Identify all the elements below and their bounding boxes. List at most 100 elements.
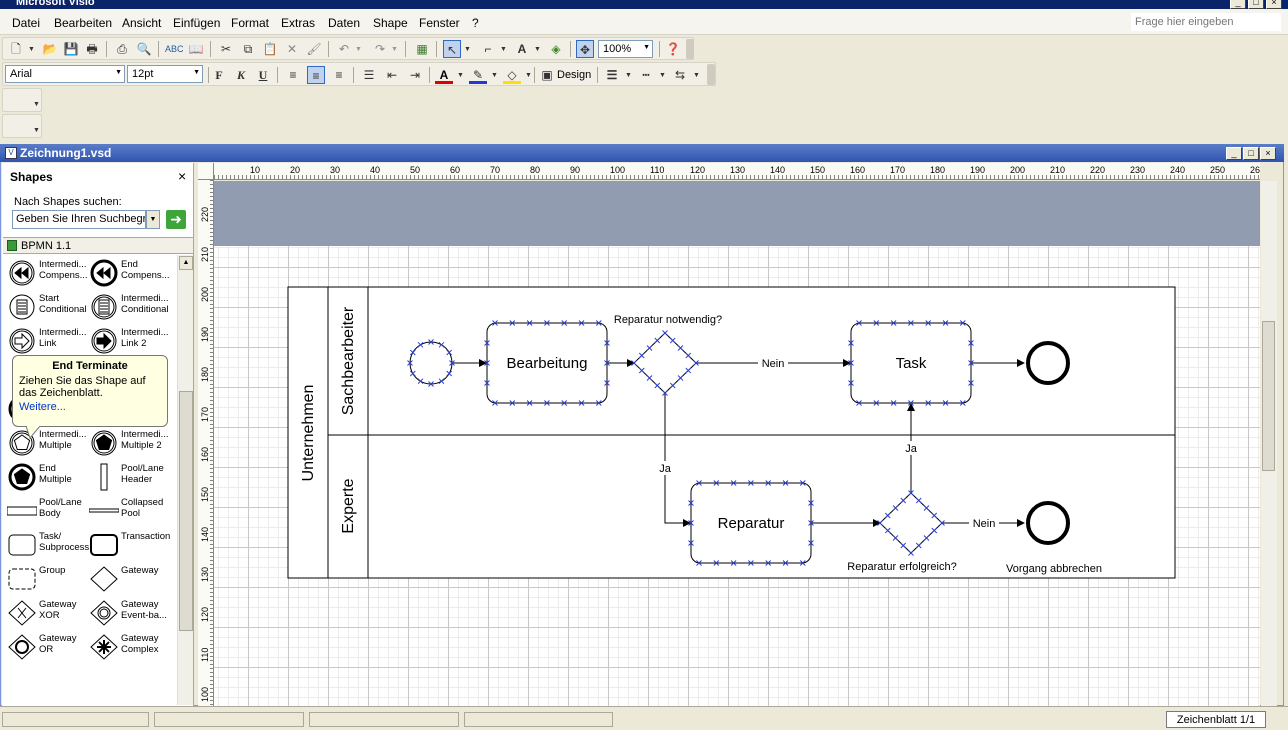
chevron-down-icon[interactable]: ▼ (491, 72, 498, 79)
stencil-shape-item[interactable]: Collapsed Pool (85, 493, 171, 527)
scroll-up-icon[interactable]: ▲ (179, 256, 193, 270)
tooltip-more-link[interactable]: Weitere... (19, 401, 161, 413)
zoom-combo[interactable]: 100% ▼ (598, 40, 653, 58)
canvas-vertical-scrollbar[interactable] (1261, 181, 1277, 706)
stencil-shape-item[interactable]: Pool/Lane Header (85, 459, 171, 493)
stencil-shape-item[interactable]: Gateway XOR (3, 595, 89, 629)
increase-indent-icon[interactable]: ⇥ (406, 66, 424, 84)
menu-format[interactable]: Format (231, 16, 269, 30)
chevron-down-icon[interactable]: ▼ (464, 46, 471, 53)
start-event[interactable] (409, 341, 453, 385)
delete-icon[interactable]: ✕ (283, 40, 301, 58)
font-color-icon[interactable]: A (435, 66, 453, 84)
print-icon[interactable]: ⎙ (113, 40, 131, 58)
font-combo[interactable]: Arial ▼ (5, 65, 125, 83)
chevron-down-icon[interactable]: ▼ (525, 72, 532, 79)
stencil-shape-item[interactable]: End Compens... (85, 255, 171, 289)
align-left-icon[interactable]: ≡ (284, 66, 302, 84)
doc-minimize-button[interactable]: _ (1226, 147, 1242, 160)
menu-fenster[interactable]: Fenster (419, 16, 460, 30)
menu-daten[interactable]: Daten (328, 16, 360, 30)
menu-datei[interactable]: Datei (12, 16, 40, 30)
align-center-icon[interactable]: ≡ (307, 66, 325, 84)
stencil-shape-item[interactable]: Group (3, 561, 89, 595)
save-icon[interactable]: 💾 (62, 40, 80, 58)
chevron-down-icon[interactable]: ▼ (625, 72, 632, 79)
font-size-combo[interactable]: 12pt ▼ (127, 65, 203, 83)
paste-icon[interactable]: 📋 (261, 40, 279, 58)
chevron-down-icon[interactable]: ▼ (457, 72, 464, 79)
print-preview-icon[interactable]: 🔍 (135, 40, 153, 58)
close-icon[interactable]: × (178, 168, 186, 184)
shapes-window-icon[interactable]: ▦ (413, 40, 431, 58)
format-painter-icon[interactable]: 🖌 (305, 40, 323, 58)
horizontal-ruler[interactable]: 10 20 30 40 50 60 70 80 90 100 110 120 130 140 150 160 1… (214, 163, 1260, 180)
doc-close-button[interactable]: × (1260, 147, 1276, 160)
stencil-shape-item[interactable]: Pool/Lane Body (3, 493, 89, 527)
stencil-shape-item[interactable]: Gateway OR (3, 629, 89, 663)
chevron-down-icon[interactable]: ▼ (391, 46, 398, 53)
menu-shape[interactable]: Shape (373, 16, 408, 30)
chevron-down-icon[interactable]: ▼ (693, 72, 700, 79)
close-window-button[interactable]: × (1266, 0, 1282, 9)
stencil-shape-item[interactable]: Transaction (85, 527, 171, 561)
stencil-shape-item[interactable]: Intermedi... Compens... (3, 255, 89, 289)
toolbar-grip[interactable] (686, 39, 694, 59)
stencil-shape-item[interactable]: Intermedi... Link (3, 323, 89, 357)
new-icon[interactable]: 🗋 (7, 40, 25, 58)
pool-label[interactable]: Unternehmen (300, 385, 317, 482)
undo-icon[interactable]: ↶ (335, 40, 353, 58)
chevron-down-icon[interactable]: ▼ (28, 46, 35, 53)
stencil-shape-item[interactable]: Intermedi... Conditional (85, 289, 171, 323)
scroll-thumb[interactable] (1262, 321, 1275, 471)
end-event-1[interactable] (1026, 341, 1070, 385)
pan-zoom-icon[interactable]: ✥ (576, 40, 594, 58)
decrease-indent-icon[interactable]: ⇤ (383, 66, 401, 84)
stencil-shape-item[interactable]: Gateway (85, 561, 171, 595)
italic-button[interactable]: K (232, 66, 250, 84)
vertical-ruler[interactable]: 220 210 200 190 180 170 160 150 140 130 120 110 100 (198, 180, 214, 706)
stencil-shape-item[interactable]: Intermedi... Multiple 2 (85, 425, 171, 459)
search-go-icon[interactable]: ➜ (166, 210, 186, 229)
menu-help[interactable]: ? (472, 16, 479, 30)
bold-button[interactable]: F (210, 66, 228, 84)
scroll-thumb[interactable] (179, 391, 193, 631)
menu-extras[interactable]: Extras (281, 16, 315, 30)
design-button[interactable]: Design (557, 69, 591, 81)
stencil-shape-item[interactable]: Start Conditional (3, 289, 89, 323)
doc-restore-button[interactable]: □ (1243, 147, 1259, 160)
bullets-icon[interactable]: ☰ (360, 66, 378, 84)
stencil-shape-item[interactable]: Intermedi... Link 2 (85, 323, 171, 357)
help-search-input[interactable]: Frage hier eingeben (1131, 13, 1281, 31)
end-event-2[interactable] (1026, 501, 1070, 545)
stencil-shape-item[interactable]: Gateway Event-ba... (85, 595, 171, 629)
stencil-shape-item[interactable]: End Multiple (3, 459, 89, 493)
text-tool-icon[interactable]: A (513, 40, 531, 58)
line-color-icon[interactable]: ✎ (469, 66, 487, 84)
menu-ansicht[interactable]: Ansicht (122, 16, 161, 30)
copy-icon[interactable]: ⧉ (239, 40, 257, 58)
line-ends-icon[interactable]: ⇆ (671, 66, 689, 84)
line-pattern-icon[interactable]: ┅ (637, 66, 655, 84)
chevron-down-icon[interactable]: ▼ (355, 46, 362, 53)
design-icon[interactable]: ▣ (538, 66, 556, 84)
chevron-down-icon[interactable]: ▼ (500, 46, 507, 53)
stencil-shape-item[interactable]: Intermedi... Multiple (3, 425, 89, 459)
maximize-button[interactable]: □ (1248, 0, 1264, 9)
connector-tool-icon[interactable]: ⌐ (479, 40, 497, 58)
toolbar-grip[interactable] (707, 64, 715, 85)
spelling-icon[interactable]: ABC (165, 40, 184, 58)
menu-bearbeiten[interactable]: Bearbeiten (54, 16, 112, 30)
shapes-search-input[interactable]: Geben Sie Ihren Suchbegriff (12, 210, 146, 229)
stencil-shape-item[interactable]: Gateway Complex (85, 629, 171, 663)
chevron-down-icon[interactable]: ▼ (659, 72, 666, 79)
chevron-down-icon[interactable]: ▼ (33, 127, 40, 134)
lane-label-experte[interactable]: Experte (340, 478, 357, 533)
minimize-button[interactable]: _ (1230, 0, 1246, 9)
chevron-down-icon[interactable]: ▼ (534, 46, 541, 53)
line-weight-icon[interactable]: ☰ (603, 66, 621, 84)
research-icon[interactable]: 📖 (187, 40, 205, 58)
drawing-tools-icon[interactable]: ◈ (547, 40, 565, 58)
stencil-scrollbar[interactable]: ▲ (177, 255, 193, 705)
open-icon[interactable]: 📂 (41, 40, 59, 58)
